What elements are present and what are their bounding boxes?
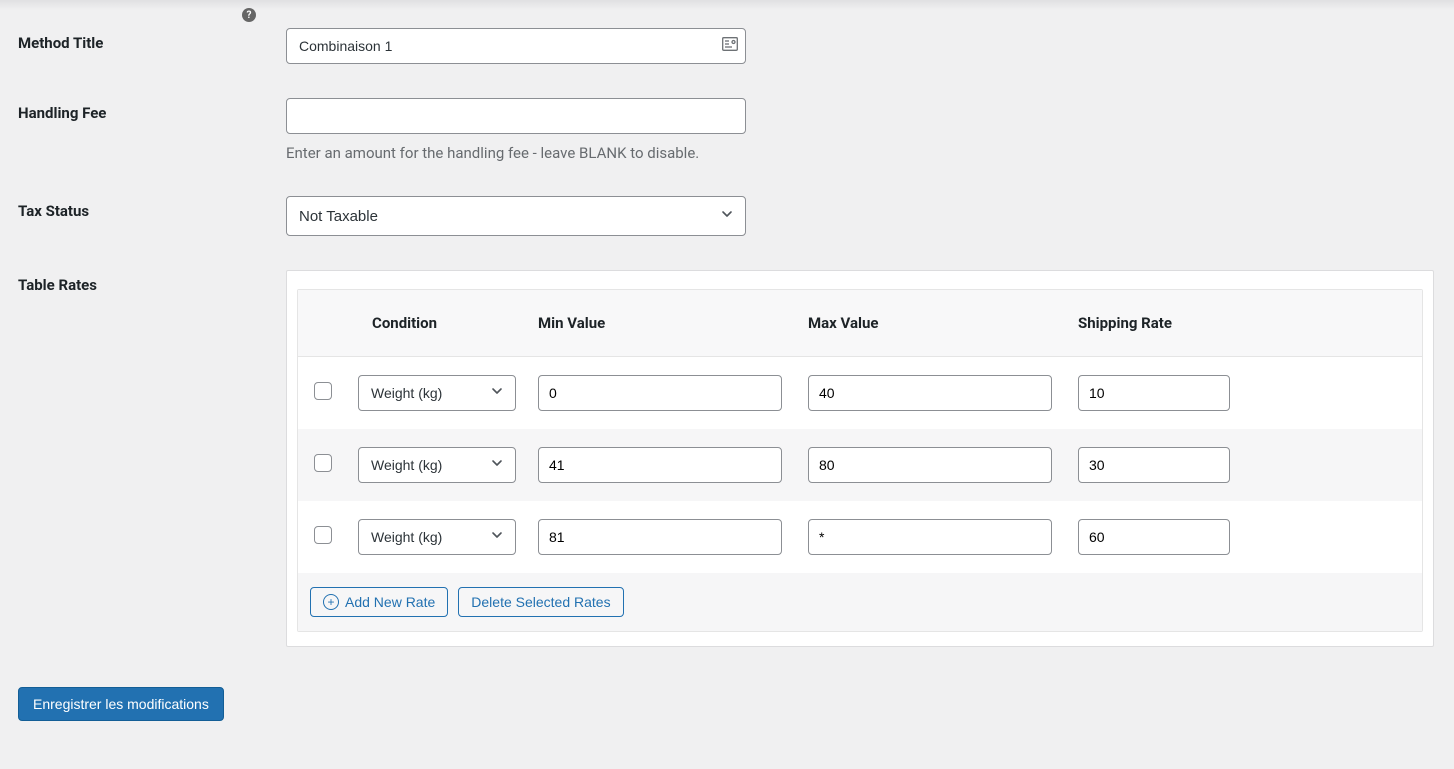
col-rate: Shipping Rate [1078, 314, 1238, 332]
condition-select[interactable]: Weight (kg) [358, 519, 516, 555]
method-title-label: Method Title [18, 28, 286, 52]
rates-table-foot: + Add New Rate Delete Selected Rates [298, 573, 1422, 631]
handling-fee-row: Handling Fee Enter an amount for the han… [18, 98, 1436, 162]
add-rate-label: Add New Rate [345, 594, 435, 610]
tax-status-row: Tax Status Not Taxable [18, 196, 1436, 236]
save-button[interactable]: Enregistrer les modifications [18, 687, 224, 721]
condition-select[interactable]: Weight (kg) [358, 447, 516, 483]
delete-rates-button[interactable]: Delete Selected Rates [458, 587, 623, 617]
table-rates-panel: Condition Min Value Max Value Shipping R… [286, 270, 1434, 647]
shipping-rate-input[interactable] [1078, 447, 1230, 483]
col-min: Min Value [538, 314, 808, 332]
table-row: Weight (kg) [298, 501, 1422, 573]
rates-table: Condition Min Value Max Value Shipping R… [297, 289, 1423, 632]
max-value-input[interactable] [808, 519, 1052, 555]
shipping-rate-input[interactable] [1078, 519, 1230, 555]
delete-rates-label: Delete Selected Rates [471, 594, 610, 610]
table-rates-label: Table Rates [18, 270, 286, 294]
tax-status-select[interactable]: Not Taxable [286, 196, 746, 236]
help-icon[interactable]: ? [242, 8, 256, 22]
plus-circle-icon: + [323, 594, 339, 610]
row-checkbox[interactable] [314, 454, 332, 472]
handling-fee-description: Enter an amount for the handling fee - l… [286, 144, 1436, 162]
add-rate-button[interactable]: + Add New Rate [310, 587, 448, 617]
method-title-row: Method Title ? [18, 28, 1436, 64]
col-condition: Condition [358, 314, 538, 332]
min-value-input[interactable] [538, 375, 782, 411]
rates-table-head: Condition Min Value Max Value Shipping R… [298, 290, 1422, 357]
settings-page: Method Title ? Handling Fee [0, 0, 1454, 769]
row-checkbox[interactable] [314, 526, 332, 544]
table-rates-row: Table Rates Condition Min Value Max Valu… [18, 270, 1436, 647]
min-value-input[interactable] [538, 447, 782, 483]
method-title-input[interactable] [286, 28, 746, 64]
col-max: Max Value [808, 314, 1078, 332]
condition-select[interactable]: Weight (kg) [358, 375, 516, 411]
max-value-input[interactable] [808, 375, 1052, 411]
shipping-rate-input[interactable] [1078, 375, 1230, 411]
handling-fee-input[interactable] [286, 98, 746, 134]
max-value-input[interactable] [808, 447, 1052, 483]
min-value-input[interactable] [538, 519, 782, 555]
tax-status-label: Tax Status [18, 196, 286, 220]
handling-fee-label: Handling Fee [18, 98, 286, 122]
row-checkbox[interactable] [314, 382, 332, 400]
table-row: Weight (kg) [298, 429, 1422, 501]
table-row: Weight (kg) [298, 357, 1422, 429]
rates-table-body: Weight (kg) Weight (kg) [298, 357, 1422, 573]
